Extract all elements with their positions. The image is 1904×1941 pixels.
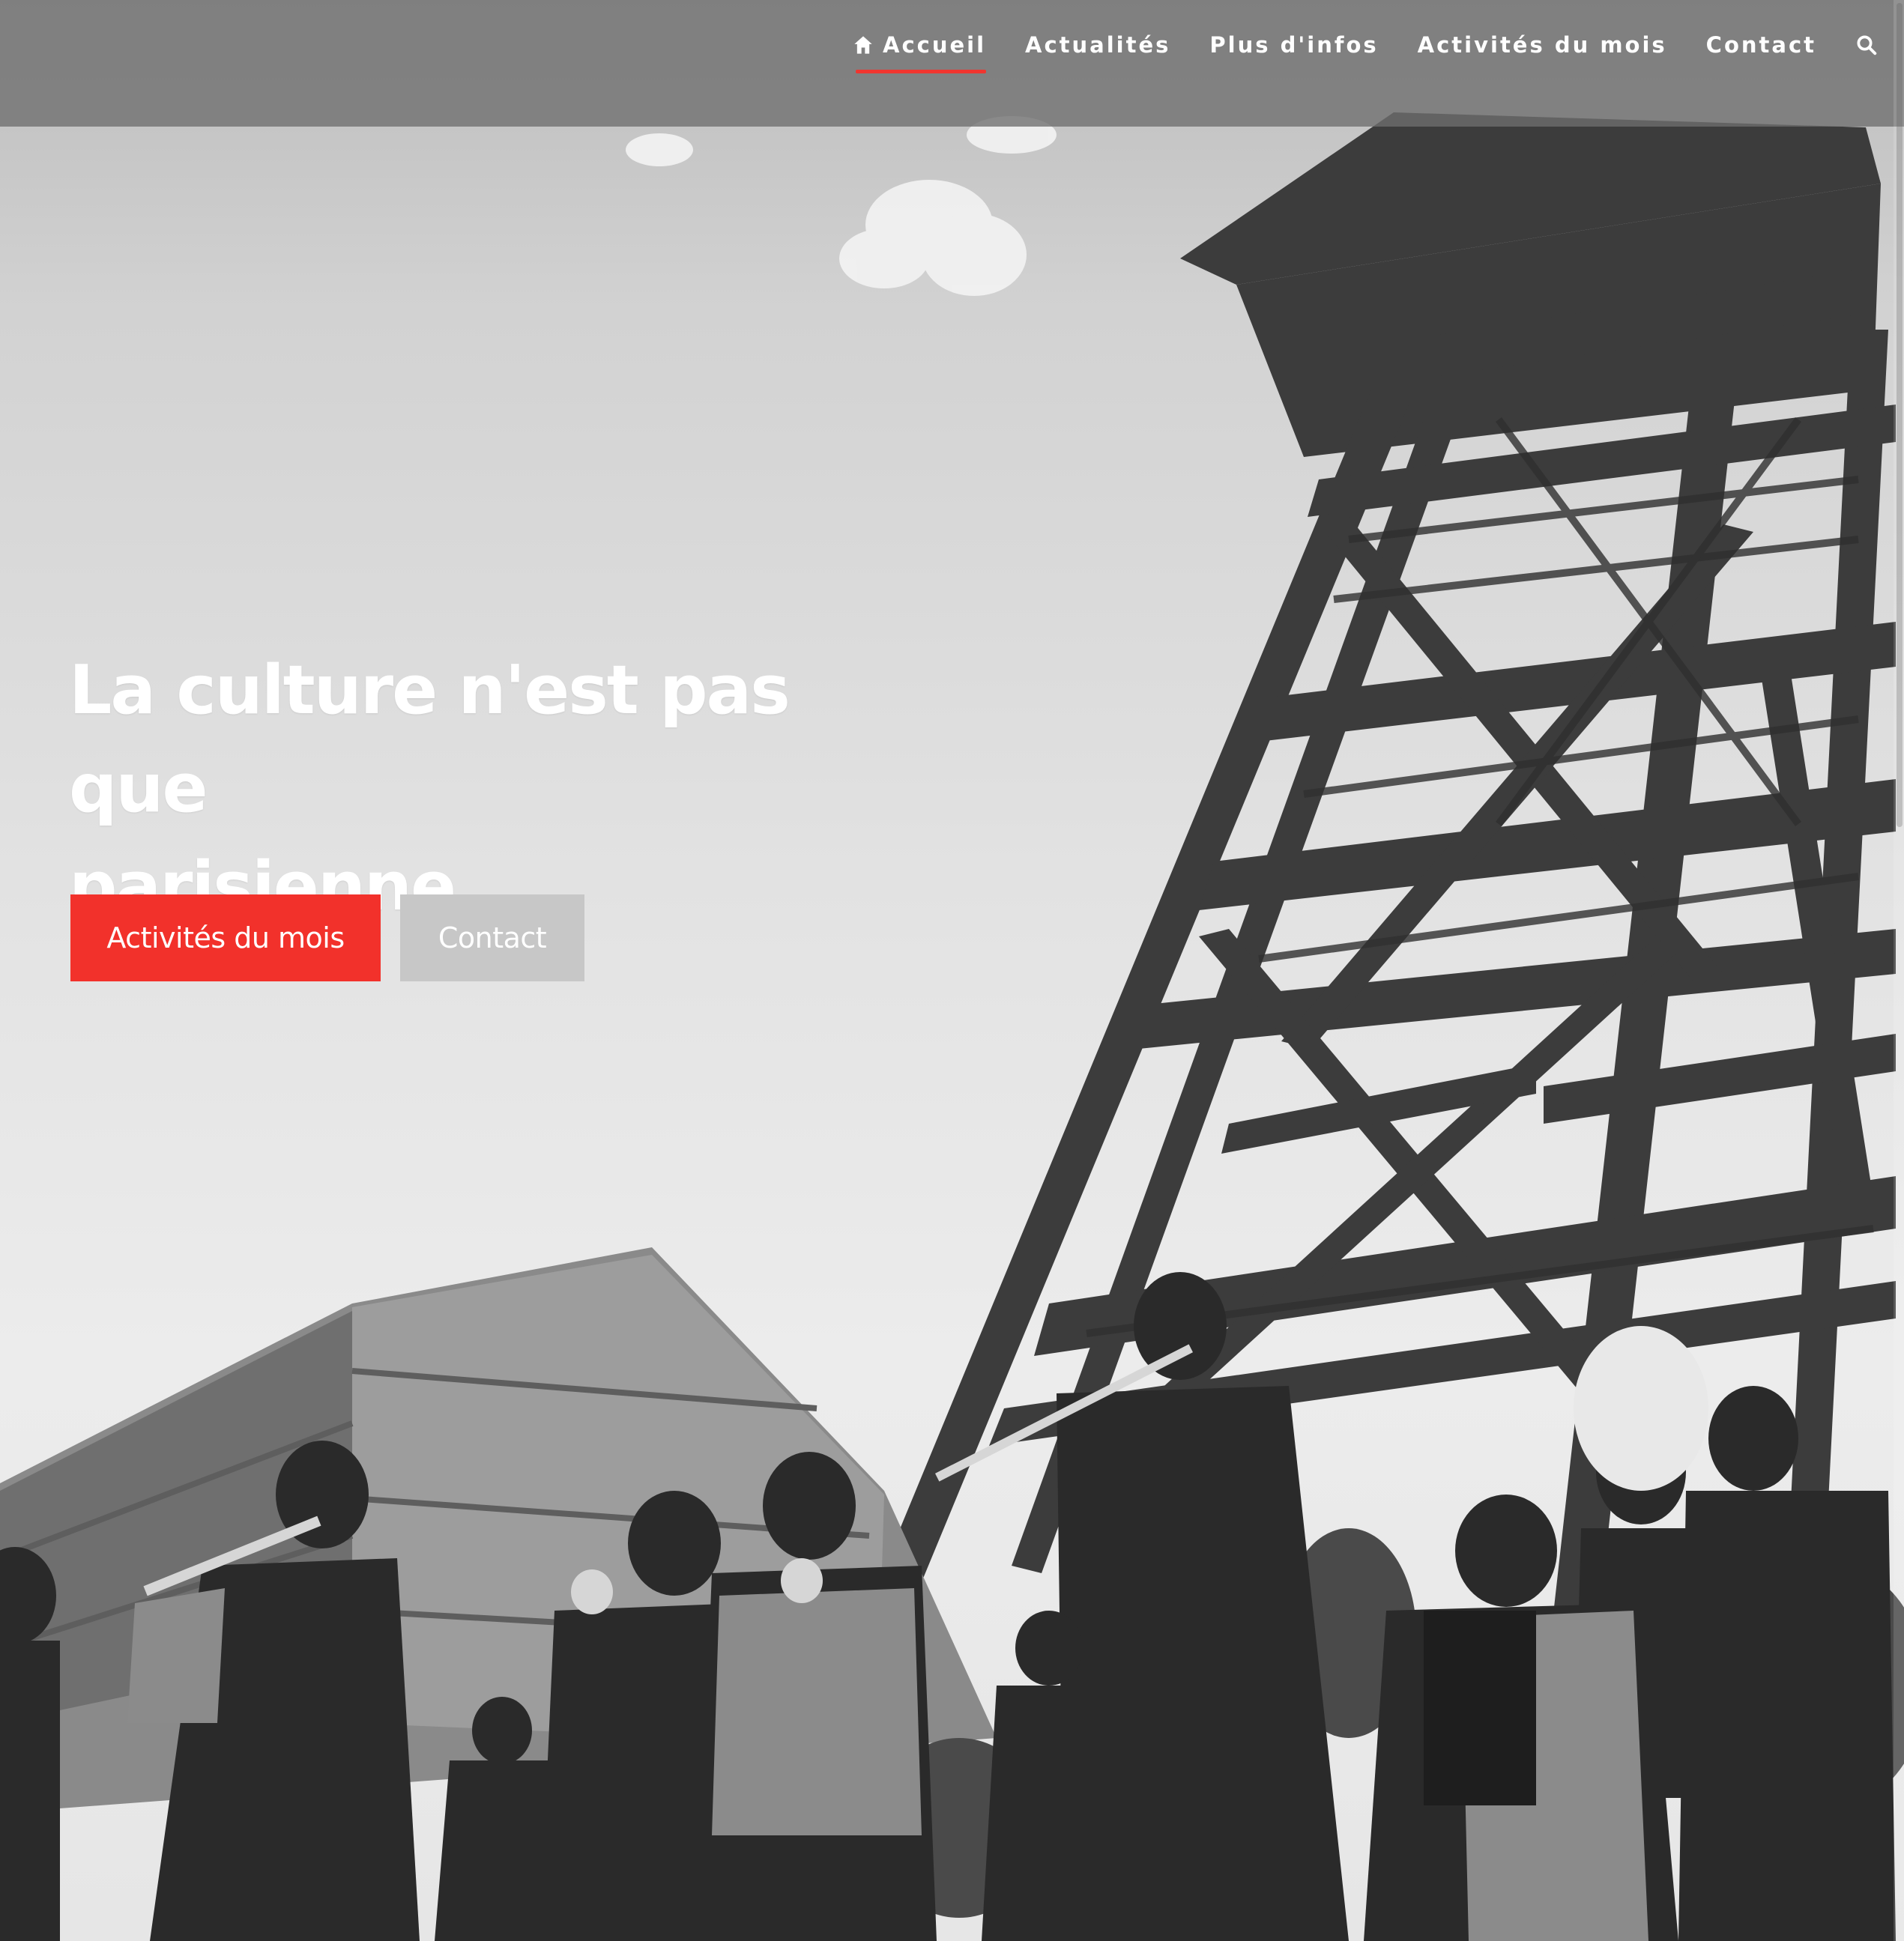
nav-item-label: Accueil: [883, 32, 987, 58]
nav-item-contact[interactable]: Contact: [1706, 27, 1816, 63]
scrollbar-thumb[interactable]: [1897, 3, 1903, 827]
page-scrollbar[interactable]: [1894, 0, 1904, 1941]
hero-headline: La culture n'est pas que parisienne: [69, 641, 931, 936]
header-bar: Accueil Actualités Plus d'infos Activité…: [0, 0, 1904, 127]
nav-item-label: Activités du mois: [1417, 32, 1667, 58]
hero-headline-line-1: La culture n'est pas que: [69, 651, 791, 828]
nav-item-activites-du-mois[interactable]: Activités du mois: [1418, 27, 1667, 63]
main-nav: Accueil Actualités Plus d'infos Activité…: [853, 27, 1878, 75]
contact-button[interactable]: Contact: [400, 894, 584, 981]
nav-item-accueil[interactable]: Accueil: [853, 27, 987, 73]
nav-item-actualites[interactable]: Actualités: [1025, 27, 1170, 63]
nav-item-label: Contact: [1705, 32, 1817, 58]
nav-item-plus-dinfos[interactable]: Plus d'infos: [1209, 27, 1378, 63]
activites-du-mois-button[interactable]: Activités du mois: [70, 894, 381, 981]
home-icon: [854, 36, 872, 54]
nav-item-label: Plus d'infos: [1209, 32, 1379, 58]
nav-item-label: Actualités: [1025, 32, 1171, 58]
search-icon[interactable]: [1855, 34, 1878, 56]
